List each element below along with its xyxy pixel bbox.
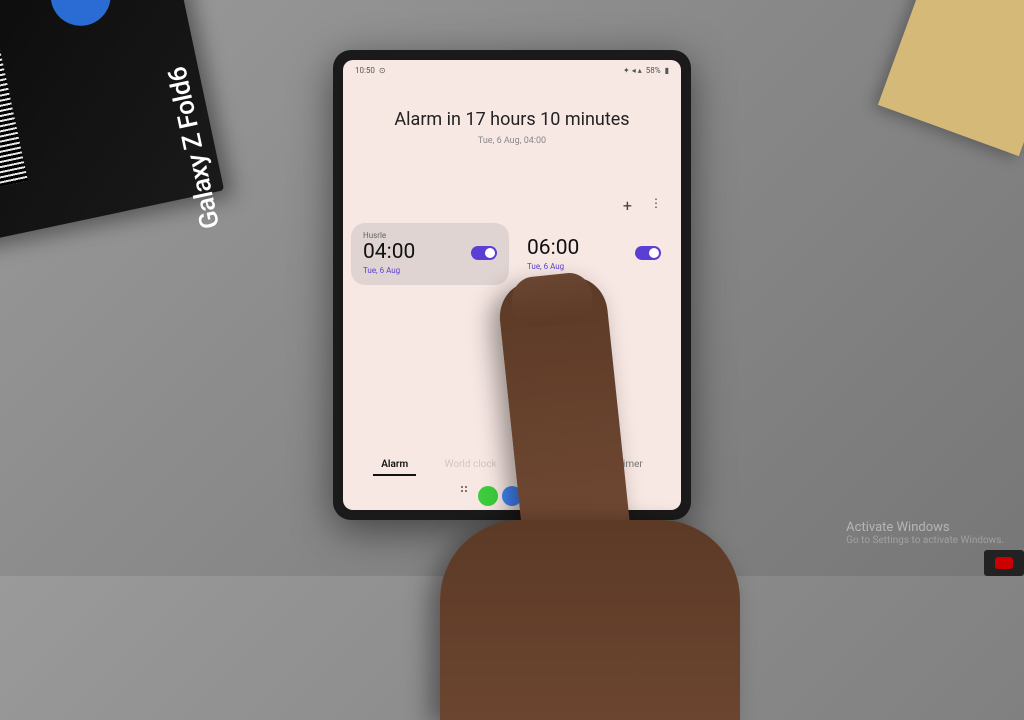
- alarm-time: 04:00: [363, 240, 415, 264]
- windows-watermark: Activate Windows Go to Settings to activ…: [846, 520, 1004, 546]
- wood-block: [878, 0, 1024, 156]
- user-hand: [440, 520, 740, 720]
- battery-text: 58%: [646, 66, 661, 75]
- tab-worldclock[interactable]: World clock: [437, 455, 505, 476]
- bottom-tabs: Alarm World clock Stopwatch Timer: [343, 455, 681, 476]
- next-alarm-title: Alarm in 17 hours 10 minutes: [363, 109, 661, 130]
- tablet-device: 10:50 ⊙ ✦ ◂ ▴ 58% ▮ Alarm in 17 hours 10…: [333, 50, 691, 520]
- toolbar: + ⋮: [343, 156, 681, 223]
- more-options-button[interactable]: ⋮: [650, 196, 661, 215]
- alarm-date: Tue, 6 Aug: [363, 266, 415, 275]
- box-label: Galaxy Z Fold6: [163, 64, 227, 231]
- watermark-title: Activate Windows: [846, 520, 1004, 535]
- alarm-toggle[interactable]: [471, 246, 497, 260]
- alarms-list: Husrle 04:00 Tue, 6 Aug 06:00 Tue, 6 Aug: [343, 223, 681, 285]
- alarm-time: 06:00: [527, 236, 579, 260]
- next-alarm-subtitle: Tue, 6 Aug, 04:00: [363, 136, 661, 146]
- header: Alarm in 17 hours 10 minutes Tue, 6 Aug,…: [343, 81, 681, 156]
- status-bar: 10:50 ⊙ ✦ ◂ ▴ 58% ▮: [343, 60, 681, 81]
- product-box: Galaxy Z Fold6: [0, 0, 224, 244]
- add-alarm-button[interactable]: +: [623, 196, 632, 215]
- alarm-toggle[interactable]: [635, 246, 661, 260]
- app-drawer-icon[interactable]: [454, 486, 474, 506]
- alarm-card[interactable]: Husrle 04:00 Tue, 6 Aug: [351, 223, 509, 285]
- battery-icon: ▮: [665, 66, 669, 75]
- alarm-date: Tue, 6 Aug: [527, 262, 579, 271]
- samsung-badge: [45, 0, 116, 31]
- alarm-label: Husrle: [363, 231, 415, 240]
- tab-alarm[interactable]: Alarm: [373, 455, 416, 476]
- alarm-indicator-icon: ⊙: [379, 66, 386, 75]
- watermark-sub: Go to Settings to activate Windows.: [846, 535, 1004, 546]
- dock: [343, 486, 681, 506]
- youtube-logo-icon: [984, 550, 1024, 576]
- status-time: 10:50: [355, 66, 375, 75]
- phone-app-icon[interactable]: [478, 486, 498, 506]
- barcode: [0, 5, 28, 191]
- signal-icon: ✦ ◂ ▴: [623, 66, 642, 75]
